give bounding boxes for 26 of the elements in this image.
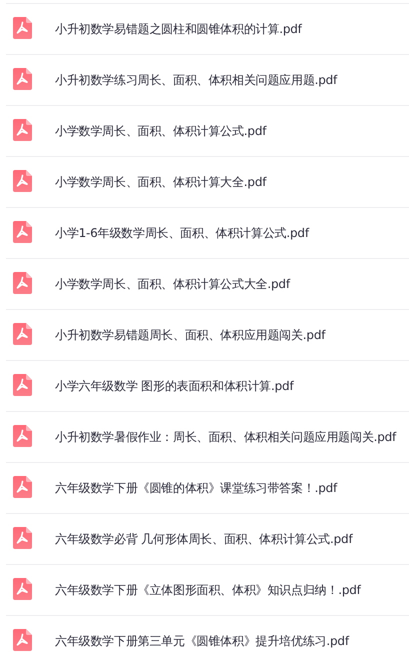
pdf-file-icon <box>13 578 32 600</box>
pdf-file-icon <box>13 374 32 396</box>
pdf-file-icon <box>13 68 32 90</box>
pdf-file-icon <box>13 170 32 192</box>
file-name[interactable]: 六年级数学下册《圆锥的体积》课堂练习带答案！.pdf <box>55 480 338 496</box>
file-name[interactable]: 小升初数学暑假作业：周长、面积、体积相关问题应用题闯关.pdf <box>55 428 396 446</box>
file-name[interactable]: 小升初数学易错题之圆柱和圆锥体积的计算.pdf <box>55 20 302 38</box>
pdf-file-icon <box>13 119 32 141</box>
file-name[interactable]: 六年级数学下册《立体图形面积、体积》知识点归纳！.pdf <box>55 582 361 598</box>
file-name[interactable]: 小学1-6年级数学周长、面积、体积计算公式.pdf <box>55 224 309 242</box>
pdf-file-icon <box>13 221 32 243</box>
file-name[interactable]: 小升初数学易错题周长、面积、体积应用题闯关.pdf <box>55 326 326 344</box>
file-name[interactable]: 小学数学周长、面积、体积计算大全.pdf <box>55 174 266 190</box>
pdf-file-icon <box>13 527 32 549</box>
file-name[interactable]: 小学数学周长、面积、体积计算公式大全.pdf <box>55 276 290 292</box>
pdf-file-icon <box>13 272 32 294</box>
file-name[interactable]: 小学六年级数学 图形的表面积和体积计算.pdf <box>55 378 294 394</box>
file-name[interactable]: 小升初数学练习周长、面积、体积相关问题应用题.pdf <box>55 72 338 88</box>
pdf-file-icon <box>13 476 32 498</box>
file-name[interactable]: 六年级数学必背 几何形体周长、面积、体积计算公式.pdf <box>55 530 352 548</box>
file-name[interactable]: 小学数学周长、面积、体积计算公式.pdf <box>55 122 266 140</box>
pdf-file-icon <box>13 425 32 447</box>
pdf-file-icon <box>13 323 32 345</box>
pdf-file-icon <box>13 629 32 651</box>
pdf-file-icon <box>13 17 32 39</box>
file-name[interactable]: 六年级数学下册第三单元《圆锥体积》提升培优练习.pdf <box>55 632 349 650</box>
